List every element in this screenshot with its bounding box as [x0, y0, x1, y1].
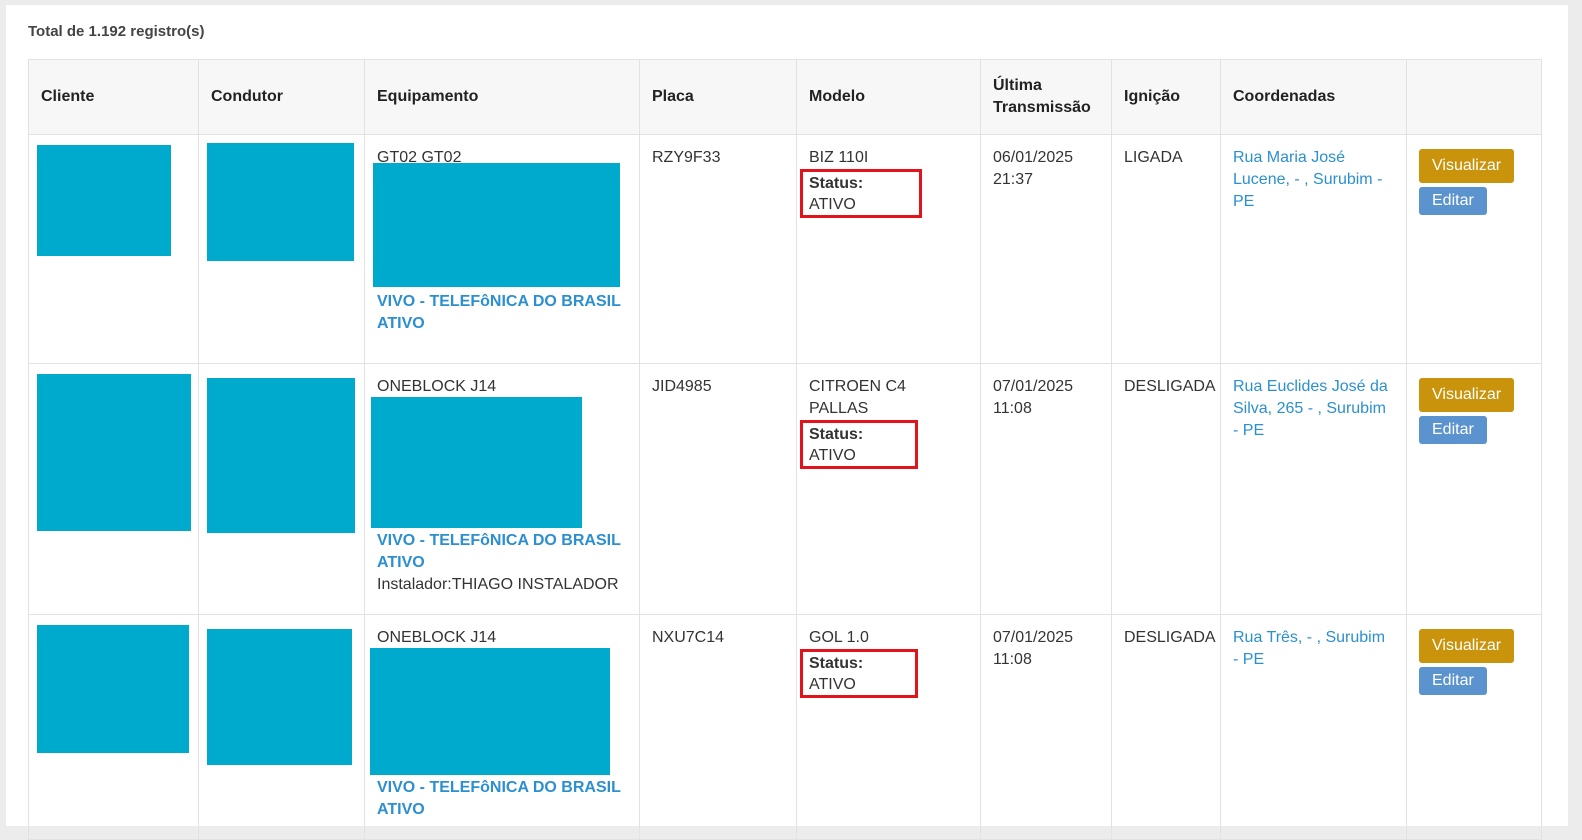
- cell-ignicao: DESLIGADA: [1111, 363, 1221, 615]
- cell-modelo: GOL 1.0 Status: ATIVO: [796, 614, 981, 840]
- redacted-block: [207, 629, 352, 765]
- status-highlight-box: Status: ATIVO: [800, 649, 918, 698]
- header-modelo[interactable]: Modelo: [796, 59, 981, 135]
- transmission-time: 21:37: [993, 171, 1034, 188]
- address-link[interactable]: Rua Euclides José da Silva, 265 - , Suru…: [1233, 378, 1388, 439]
- redacted-block: [373, 163, 620, 287]
- editar-button[interactable]: Editar: [1419, 416, 1487, 444]
- address-link[interactable]: Rua Três, - , Surubim - PE: [1233, 629, 1385, 668]
- transmission-date: 06/01/2025: [993, 149, 1074, 166]
- header-placa[interactable]: Placa: [639, 59, 797, 135]
- visualizar-button[interactable]: Visualizar: [1419, 149, 1515, 183]
- table-row: ONEBLOCK J14 VIVO - TELEFôNICA DO BRASIL…: [28, 614, 1542, 840]
- redacted-block: [37, 625, 189, 753]
- header-ultima-line2: Transmissão: [993, 99, 1091, 116]
- cell-coordenadas: Rua Euclides José da Silva, 265 - , Suru…: [1220, 363, 1407, 615]
- cell-coordenadas: Rua Maria José Lucene, - , Surubim - PE: [1220, 134, 1407, 364]
- header-acoes: [1406, 59, 1542, 135]
- redacted-block: [37, 374, 191, 531]
- redacted-block: [207, 378, 355, 533]
- status-value: ATIVO: [809, 196, 856, 213]
- status-label: Status:: [809, 426, 864, 443]
- status-highlight-box: Status: ATIVO: [800, 169, 922, 218]
- cell-ignicao: LIGADA: [1111, 134, 1221, 364]
- redacted-block: [37, 145, 171, 256]
- transmission-time: 11:08: [993, 651, 1032, 668]
- transmission-date: 07/01/2025: [993, 378, 1074, 395]
- cell-acoes: Visualizar Editar: [1406, 134, 1542, 364]
- table-header-row: Cliente Condutor Equipamento Placa Model…: [28, 59, 1542, 135]
- carrier-link[interactable]: VIVO - TELEFôNICA DO BRASIL: [377, 291, 627, 313]
- vehicle-model: GOL 1.0: [809, 629, 869, 646]
- equipment-name: ONEBLOCK J14: [377, 378, 497, 395]
- cell-equipamento: ONEBLOCK J14 VIVO - TELEFôNICA DO BRASIL…: [364, 363, 640, 615]
- installer-text: Instalador:THIAGO INSTALADOR: [377, 576, 619, 593]
- status-highlight-box: Status: ATIVO: [800, 420, 918, 469]
- cell-coordenadas: Rua Três, - , Surubim - PE: [1220, 614, 1407, 840]
- cell-condutor: [198, 363, 365, 615]
- results-panel: Total de 1.192 registro(s) Cliente Condu…: [6, 5, 1568, 840]
- cell-modelo: BIZ 110I Status: ATIVO: [796, 134, 981, 364]
- transmission-time: 11:08: [993, 400, 1032, 417]
- header-ultima-line1: Última: [993, 77, 1042, 94]
- status-value: ATIVO: [809, 447, 856, 464]
- cell-placa: RZY9F33: [639, 134, 797, 364]
- vehicles-table: Cliente Condutor Equipamento Placa Model…: [28, 59, 1542, 840]
- table-row: ONEBLOCK J14 VIVO - TELEFôNICA DO BRASIL…: [28, 363, 1542, 615]
- cell-acoes: Visualizar Editar: [1406, 614, 1542, 840]
- header-ignicao[interactable]: Ignição: [1111, 59, 1221, 135]
- cell-ultima-transmissao: 07/01/2025 11:08: [980, 614, 1112, 840]
- visualizar-button[interactable]: Visualizar: [1419, 378, 1515, 412]
- cell-ultima-transmissao: 06/01/2025 21:37: [980, 134, 1112, 364]
- cell-cliente: [28, 363, 199, 615]
- redacted-block: [370, 648, 610, 775]
- cell-equipamento: ONEBLOCK J14 VIVO - TELEFôNICA DO BRASIL…: [364, 614, 640, 840]
- header-condutor[interactable]: Condutor: [198, 59, 365, 135]
- total-records-label: Total de 1.192 registro(s): [28, 23, 205, 40]
- status-label: Status:: [809, 175, 864, 192]
- cell-cliente: [28, 134, 199, 364]
- vehicle-model: BIZ 110I: [809, 149, 869, 166]
- carrier-status: ATIVO: [377, 801, 425, 818]
- cell-acoes: Visualizar Editar: [1406, 363, 1542, 615]
- status-label: Status:: [809, 655, 864, 672]
- editar-button[interactable]: Editar: [1419, 667, 1487, 695]
- status-value: ATIVO: [809, 676, 856, 693]
- cell-cliente: [28, 614, 199, 840]
- carrier-status: ATIVO: [377, 315, 425, 332]
- cell-condutor: [198, 134, 365, 364]
- carrier-link[interactable]: VIVO - TELEFôNICA DO BRASIL: [377, 530, 627, 552]
- redacted-block: [207, 143, 354, 261]
- cell-equipamento: GT02 GT02 VIVO - TELEFôNICA DO BRASIL AT…: [364, 134, 640, 364]
- cell-placa: NXU7C14: [639, 614, 797, 840]
- transmission-date: 07/01/2025: [993, 629, 1074, 646]
- header-coordenadas[interactable]: Coordenadas: [1220, 59, 1407, 135]
- editar-button[interactable]: Editar: [1419, 187, 1487, 215]
- cell-ignicao: DESLIGADA: [1111, 614, 1221, 840]
- visualizar-button[interactable]: Visualizar: [1419, 629, 1515, 663]
- cell-placa: JID4985: [639, 363, 797, 615]
- vehicle-model: CITROEN C4 PALLAS: [809, 378, 906, 417]
- redacted-block: [371, 397, 582, 528]
- cell-modelo: CITROEN C4 PALLAS Status: ATIVO: [796, 363, 981, 615]
- cell-condutor: [198, 614, 365, 840]
- carrier-status: ATIVO: [377, 554, 425, 571]
- table-row: GT02 GT02 VIVO - TELEFôNICA DO BRASIL AT…: [28, 134, 1542, 364]
- header-equipamento[interactable]: Equipamento: [364, 59, 640, 135]
- address-link[interactable]: Rua Maria José Lucene, - , Surubim - PE: [1233, 149, 1382, 210]
- cell-ultima-transmissao: 07/01/2025 11:08: [980, 363, 1112, 615]
- header-ultima-transmissao[interactable]: Última Transmissão: [980, 59, 1112, 135]
- equipment-name: ONEBLOCK J14: [377, 629, 497, 646]
- carrier-link[interactable]: VIVO - TELEFôNICA DO BRASIL: [377, 777, 627, 799]
- header-cliente[interactable]: Cliente: [28, 59, 199, 135]
